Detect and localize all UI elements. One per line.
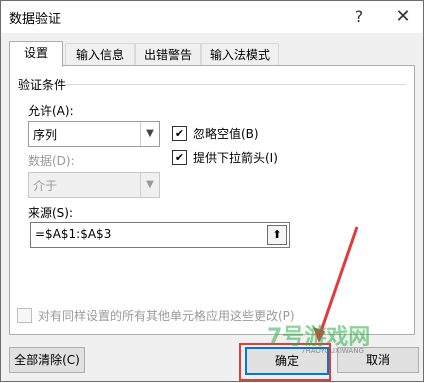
allow-label: 允许(A): [28, 104, 74, 118]
data-value: 介于 [33, 179, 58, 193]
validation-criteria-heading: 验证条件 [18, 78, 67, 92]
ignore-blank-label: 忽略空值(B) [193, 127, 259, 141]
in-cell-dropdown-checkbox[interactable]: ✔ 提供下拉箭头(I) [172, 149, 278, 166]
chevron-down-icon[interactable]: ▼ [140, 173, 159, 197]
checkbox-checked-icon[interactable]: ✔ [172, 150, 187, 165]
apply-to-all-label: 对有同样设置的所有其他单元格应用这些更改(P) [38, 309, 295, 323]
cancel-button[interactable]: 取消 [337, 347, 419, 373]
checkbox-checked-icon[interactable]: ✔ [172, 126, 187, 141]
tab-settings[interactable]: 设置 [9, 41, 63, 67]
allow-value: 序列 [33, 128, 58, 142]
collapse-dialog-icon[interactable]: ⬆ [267, 225, 287, 245]
chevron-down-icon[interactable]: ▼ [140, 122, 159, 146]
checkbox-unchecked-icon[interactable] [17, 308, 32, 323]
tab-input-message[interactable]: 输入信息 [65, 43, 135, 66]
ok-button[interactable]: 确定 [245, 347, 329, 375]
source-value: =$A$1:$A$3 [35, 227, 112, 241]
ignore-blank-checkbox[interactable]: ✔ 忽略空值(B) [172, 125, 259, 142]
dialog-title: 数据验证 [9, 12, 62, 27]
apply-to-all-checkbox[interactable]: 对有同样设置的所有其他单元格应用这些更改(P) [17, 307, 295, 324]
data-select[interactable]: 介于 ▼ [28, 172, 160, 198]
help-icon[interactable]: ? [344, 3, 374, 31]
data-validation-dialog: 数据验证 ? ✕ 设置 输入信息 出错警告 输入法模式 验证条件 允许(A): … [0, 0, 424, 382]
allow-select[interactable]: 序列 ▼ [28, 121, 160, 147]
clear-all-button[interactable]: 全部清除(C) [9, 347, 85, 373]
settings-panel: 验证条件 允许(A): 序列 ▼ ✔ 忽略空值(B) ✔ 提供下拉箭头(I) 数… [9, 65, 415, 335]
tab-ime-mode[interactable]: 输入法模式 [201, 43, 279, 66]
group-divider [66, 84, 406, 85]
source-input[interactable]: =$A$1:$A$3 ⬆ [30, 222, 290, 248]
data-label: 数据(D): [28, 154, 75, 168]
source-label: 来源(S): [28, 206, 74, 220]
close-icon[interactable]: ✕ [388, 3, 418, 31]
title-bar: 数据验证 ? ✕ [1, 1, 423, 33]
in-cell-dropdown-label: 提供下拉箭头(I) [193, 151, 278, 165]
tab-error-alert[interactable]: 出错警告 [135, 43, 201, 66]
